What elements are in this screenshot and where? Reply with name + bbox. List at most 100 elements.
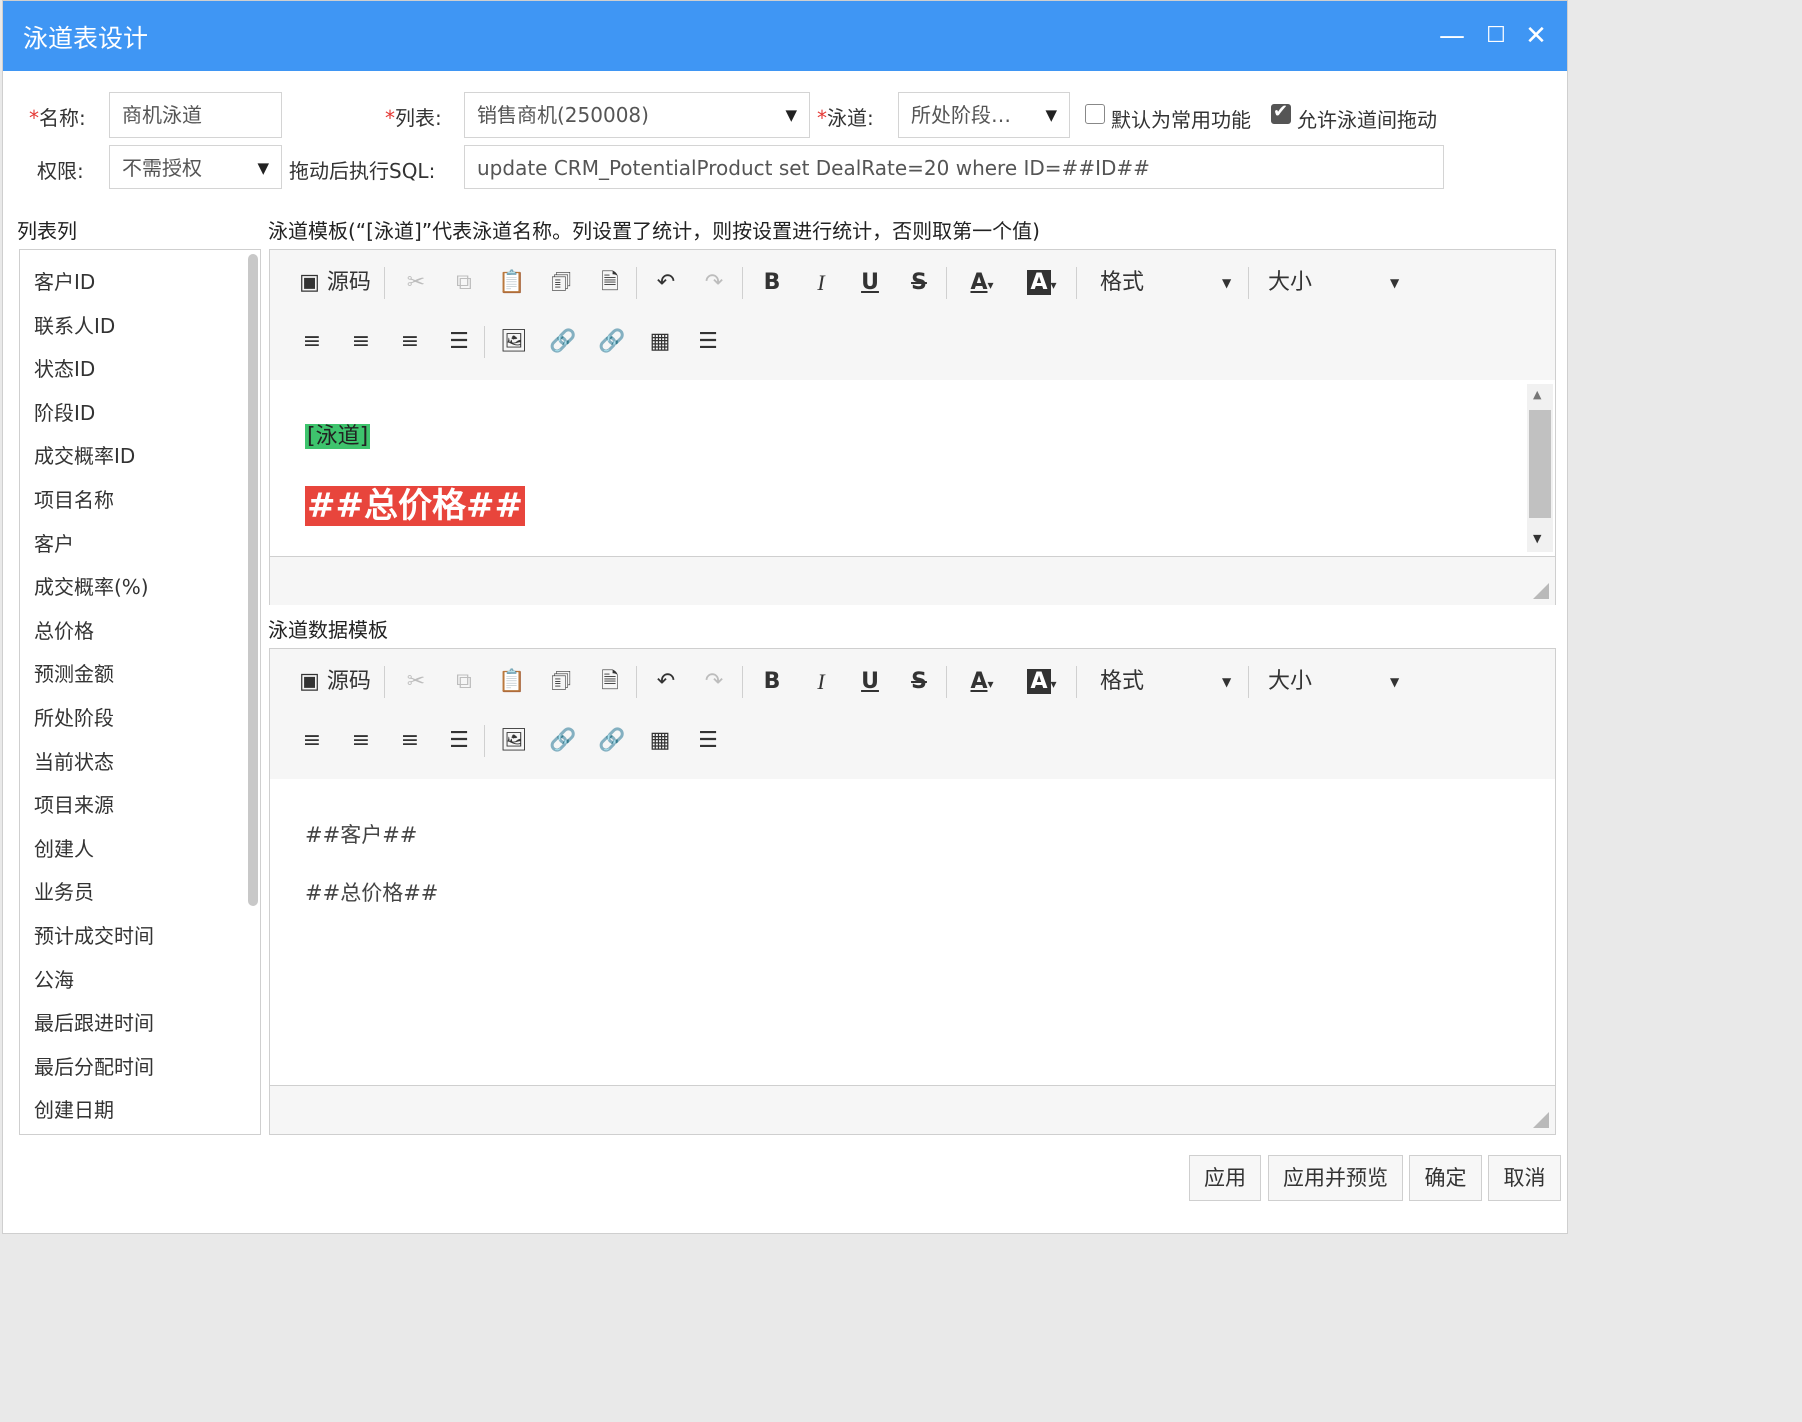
list-item[interactable]: 最后跟进时间 <box>34 1007 154 1036</box>
list-item[interactable]: 阶段ID <box>34 397 95 426</box>
strikethrough-icon[interactable]: S <box>903 666 935 698</box>
list-item[interactable]: 业务员 <box>34 876 94 905</box>
paste-text-icon[interactable]: 🗊 <box>545 267 577 299</box>
list-item[interactable]: 所处阶段 <box>34 702 114 731</box>
cut-icon[interactable]: ✂ <box>400 267 432 299</box>
list-item[interactable]: 公海 <box>34 964 74 993</box>
list-item[interactable]: 客户ID <box>34 266 95 295</box>
sql-input[interactable]: update CRM_PotentialProduct set DealRate… <box>464 145 1444 189</box>
undo-icon[interactable]: ↶ <box>650 267 682 299</box>
bg-color-icon[interactable]: A ▾ <box>1020 267 1064 299</box>
align-left-icon[interactable]: ≡ <box>296 725 328 757</box>
copy-icon[interactable]: ⧉ <box>448 666 480 698</box>
underline-icon[interactable]: U <box>854 666 886 698</box>
paste-word-icon[interactable]: 🗎 <box>594 666 626 698</box>
list-item[interactable]: 成交概率(%) <box>34 571 149 600</box>
image-icon[interactable]: 🖼 <box>498 326 530 358</box>
scroll-down-icon[interactable]: ▼ <box>1533 532 1541 545</box>
list-item[interactable]: 创建人 <box>34 833 94 862</box>
list-item[interactable]: 项目来源 <box>34 789 114 818</box>
format-dropdown[interactable]: 格式 ▼ <box>1100 267 1240 299</box>
cut-icon[interactable]: ✂ <box>400 666 432 698</box>
underline-icon[interactable]: U <box>854 267 886 299</box>
columns-title: 列表列 <box>17 219 77 243</box>
bold-icon[interactable]: B <box>756 666 788 698</box>
text-color-icon[interactable]: A▾ <box>960 267 1004 299</box>
align-right-icon[interactable]: ≡ <box>394 326 426 358</box>
list-item[interactable]: 成交概率ID <box>34 440 135 469</box>
redo-icon[interactable]: ↷ <box>698 267 730 299</box>
copy-icon[interactable]: ⧉ <box>448 267 480 299</box>
perm-label: 权限: <box>37 159 84 183</box>
columns-list[interactable]: 客户ID 联系人ID 状态ID 阶段ID 成交概率ID 项目名称客户成交概率(%) 总价格预… <box>19 249 261 1135</box>
apply-preview-button[interactable]: 应用并预览 <box>1268 1155 1403 1201</box>
resize-grip-icon[interactable] <box>1533 583 1549 599</box>
italic-icon[interactable]: I <box>805 666 837 698</box>
cancel-button[interactable]: 取消 <box>1488 1155 1561 1201</box>
resize-grip-icon[interactable] <box>1533 1112 1549 1128</box>
align-center-icon[interactable]: ≡ <box>345 725 377 757</box>
minimize-icon[interactable]: — <box>1435 19 1469 53</box>
apply-button[interactable]: 应用 <box>1189 1155 1261 1201</box>
list-item[interactable]: 最后分配时间 <box>34 1051 154 1080</box>
text-color-icon[interactable]: A▾ <box>960 666 1004 698</box>
table-icon[interactable]: ▦ <box>644 326 676 358</box>
content-scrollbar[interactable]: ▲ ▼ <box>1527 384 1553 552</box>
unlink-icon[interactable]: 🔗 <box>596 326 628 358</box>
list-select[interactable]: 销售商机(250008) ▼ <box>464 92 810 138</box>
redo-icon[interactable]: ↷ <box>698 666 730 698</box>
list-item[interactable]: 项目名称 <box>34 484 114 513</box>
list-item[interactable]: 当前状态 <box>34 746 114 775</box>
list-item[interactable]: 客户 <box>34 528 74 557</box>
justify-icon[interactable]: ☰ <box>443 326 475 358</box>
strikethrough-icon[interactable]: S <box>903 267 935 299</box>
list-item[interactable]: 联系人ID <box>34 310 115 339</box>
source-button[interactable]: ▣ 源码 <box>296 666 374 698</box>
italic-icon[interactable]: I <box>805 267 837 299</box>
list-item[interactable]: 创建日期 <box>34 1094 114 1123</box>
editor-content[interactable]: [泳道] ##总价格## ▲ ▼ <box>270 380 1555 557</box>
paste-icon[interactable]: 📋 <box>496 666 528 698</box>
size-dropdown[interactable]: 大小 ▼ <box>1268 666 1408 698</box>
undo-icon[interactable]: ↶ <box>650 666 682 698</box>
justify-icon[interactable]: ☰ <box>443 725 475 757</box>
format-dropdown[interactable]: 格式 ▼ <box>1100 666 1240 698</box>
list-item[interactable]: 状态ID <box>34 353 95 382</box>
align-center-icon[interactable]: ≡ <box>345 326 377 358</box>
source-button[interactable]: ▣ 源码 <box>296 267 374 299</box>
maximize-icon[interactable]: ☐ <box>1479 19 1513 53</box>
scrollbar[interactable] <box>248 254 258 906</box>
list-item[interactable]: 总价格 <box>34 615 94 644</box>
image-icon[interactable]: 🖼 <box>498 725 530 757</box>
size-dropdown[interactable]: 大小 ▼ <box>1268 267 1408 299</box>
bold-icon[interactable]: B <box>756 267 788 299</box>
toolbar-separator <box>742 666 743 698</box>
bg-color-icon[interactable]: A ▾ <box>1020 666 1064 698</box>
paste-word-icon[interactable]: 🗎 <box>594 267 626 299</box>
horizontal-rule-icon[interactable]: ☰ <box>692 326 724 358</box>
perm-select[interactable]: 不需授权 ▼ <box>109 145 282 189</box>
lane-template-title: 泳道模板(“[泳道]”代表泳道名称。列设置了统计，则按设置进行统计，否则取第一个… <box>268 219 1040 243</box>
list-label: *列表: <box>385 106 442 130</box>
toolbar-separator <box>636 267 637 299</box>
scroll-up-icon[interactable]: ▲ <box>1533 388 1541 401</box>
lane-select[interactable]: 所处阶段… ▼ <box>898 92 1070 138</box>
paste-text-icon[interactable]: 🗊 <box>545 666 577 698</box>
horizontal-rule-icon[interactable]: ☰ <box>692 725 724 757</box>
toolbar-separator <box>742 267 743 299</box>
link-icon[interactable]: 🔗 <box>547 725 579 757</box>
unlink-icon[interactable]: 🔗 <box>596 725 628 757</box>
editor-content[interactable]: ##客户## ##总价格## <box>270 779 1555 1086</box>
table-icon[interactable]: ▦ <box>644 725 676 757</box>
align-left-icon[interactable]: ≡ <box>296 326 328 358</box>
close-icon[interactable]: ✕ <box>1519 19 1553 53</box>
name-input[interactable]: 商机泳道 <box>109 92 282 138</box>
list-item[interactable]: 预计成交时间 <box>34 920 154 949</box>
ok-button[interactable]: 确定 <box>1409 1155 1482 1201</box>
link-icon[interactable]: 🔗 <box>547 326 579 358</box>
drag-checkbox[interactable] <box>1271 101 1291 124</box>
align-right-icon[interactable]: ≡ <box>394 725 426 757</box>
default-checkbox[interactable] <box>1085 104 1105 124</box>
list-item[interactable]: 预测金额 <box>34 658 114 687</box>
paste-icon[interactable]: 📋 <box>496 267 528 299</box>
